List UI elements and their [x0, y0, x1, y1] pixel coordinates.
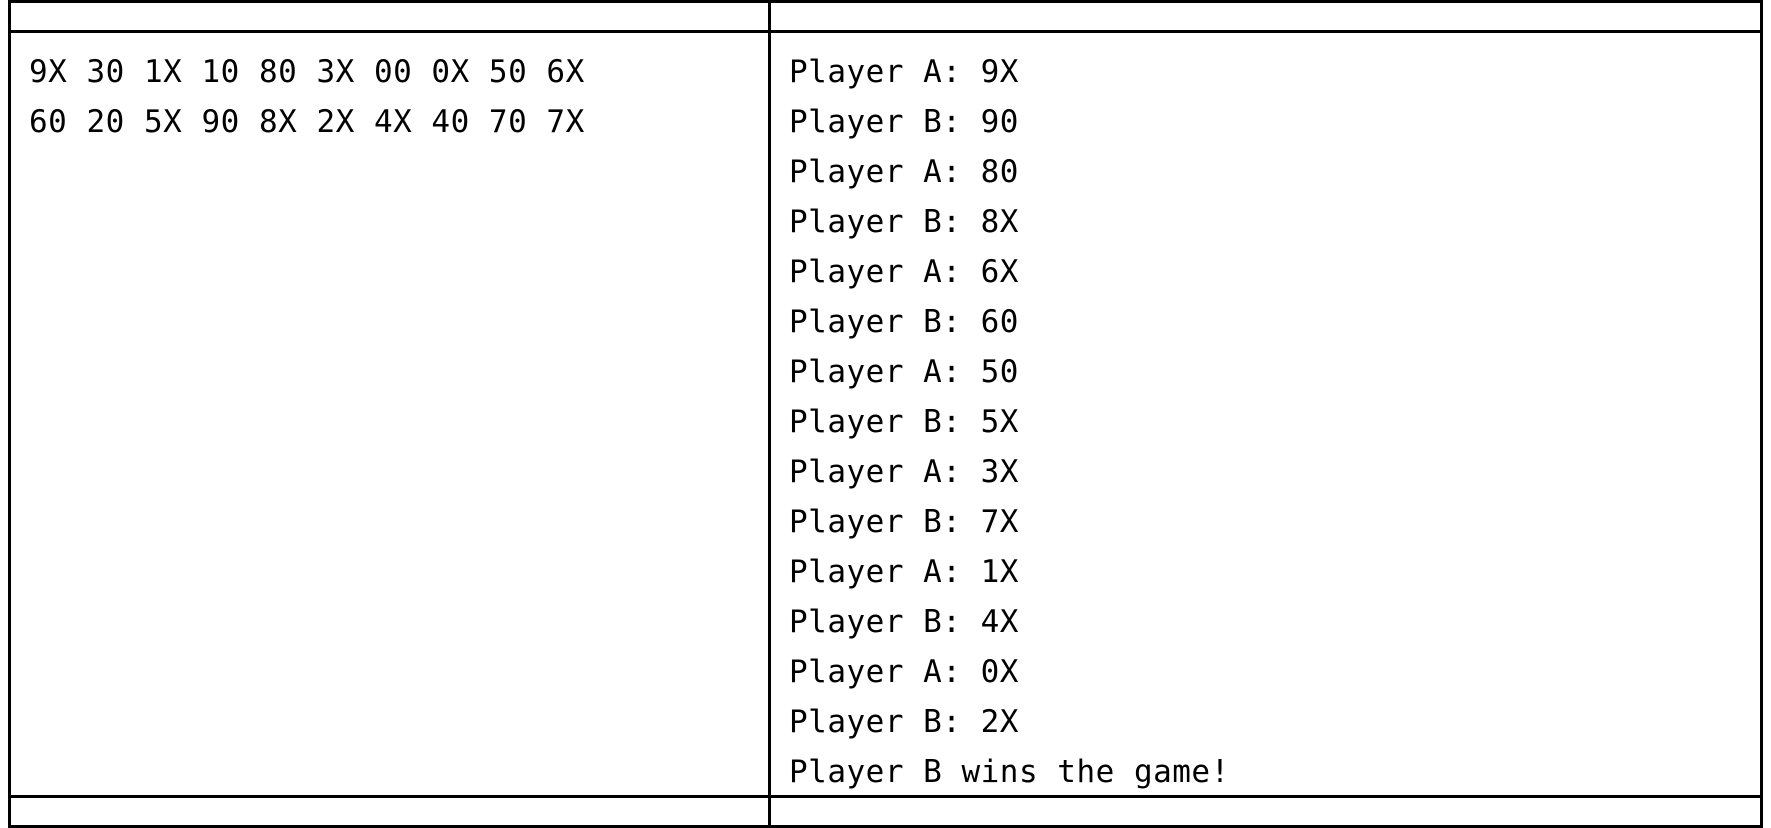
output-line: Player A: 6X — [789, 254, 1019, 290]
cell-empty — [771, 3, 1760, 30]
output-line: Player A: 1X — [789, 554, 1019, 590]
output-line: Player B: 5X — [789, 404, 1019, 440]
table-row-above — [8, 0, 1763, 30]
output-line: Player B: 7X — [789, 504, 1019, 540]
cell-empty — [771, 798, 1760, 825]
output-line: Player B: 90 — [789, 104, 1019, 140]
output-line: Player B: 4X — [789, 604, 1019, 640]
output-line: Player A: 0X — [789, 654, 1019, 690]
output-line: Player A: 9X — [789, 54, 1019, 90]
table: 9X 30 1X 10 80 3X 00 0X 50 6X 60 20 5X 9… — [0, 0, 1771, 828]
output-line: Player A: 3X — [789, 454, 1019, 490]
output-cell: Player A: 9X Player B: 90 Player A: 80 P… — [771, 33, 1760, 795]
output-line: Player A: 80 — [789, 154, 1019, 190]
table-row: 9X 30 1X 10 80 3X 00 0X 50 6X 60 20 5X 9… — [8, 30, 1763, 798]
cell-empty — [11, 3, 771, 30]
output-line: Player B wins the game! — [789, 754, 1230, 790]
output-line: Player B: 60 — [789, 304, 1019, 340]
output-line: Player B: 8X — [789, 204, 1019, 240]
output-line: Player A: 50 — [789, 354, 1019, 390]
table-row-below — [8, 798, 1763, 828]
cell-empty — [11, 798, 771, 825]
input-cell: 9X 30 1X 10 80 3X 00 0X 50 6X 60 20 5X 9… — [11, 33, 771, 795]
input-line-2: 60 20 5X 90 8X 2X 4X 40 70 7X — [29, 104, 585, 140]
input-line-1: 9X 30 1X 10 80 3X 00 0X 50 6X — [29, 54, 585, 90]
output-line: Player B: 2X — [789, 704, 1019, 740]
